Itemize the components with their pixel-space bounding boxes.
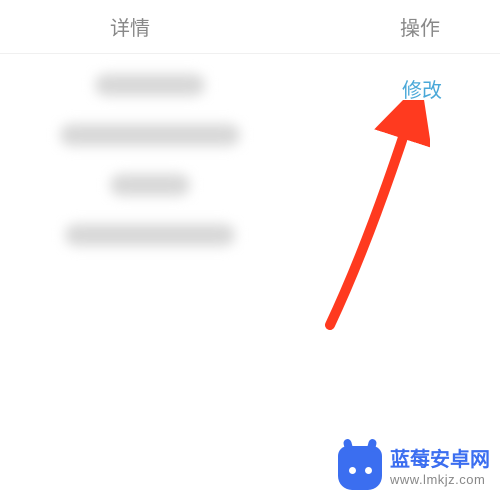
blurred-detail-line <box>60 124 240 146</box>
header-details-column: 详情 <box>0 12 260 41</box>
details-column <box>0 54 300 266</box>
content-row: 修改 <box>0 54 500 266</box>
watermark-url: www.lmkjz.com <box>390 472 490 488</box>
blurred-detail-line <box>110 174 190 196</box>
header-action-column: 操作 <box>260 12 500 41</box>
watermark-title: 蓝莓安卓网 <box>390 448 490 472</box>
blurred-detail-line <box>95 74 205 96</box>
blurred-detail-line <box>65 224 235 246</box>
modify-link[interactable]: 修改 <box>402 80 442 102</box>
watermark-logo-icon <box>338 446 382 490</box>
watermark-text: 蓝莓安卓网 www.lmkjz.com <box>390 448 490 488</box>
watermark: 蓝莓安卓网 www.lmkjz.com <box>338 446 490 490</box>
action-column: 修改 <box>300 54 500 266</box>
table-header: 详情 操作 <box>0 0 500 54</box>
